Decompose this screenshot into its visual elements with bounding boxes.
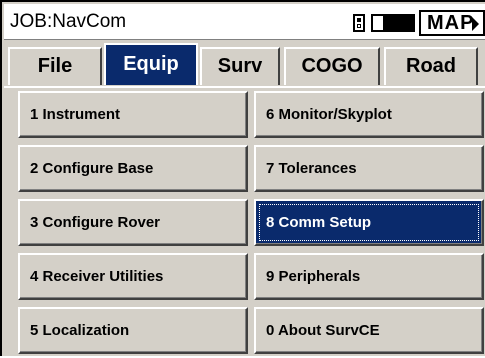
tab-surv[interactable]: Surv [200, 47, 280, 85]
equip-menu: 1 Instrument 2 Configure Base 3 Configur… [4, 88, 485, 358]
tab-file[interactable]: File [8, 47, 102, 85]
menu-item-about-survce[interactable]: 0 About SurvCE [254, 307, 484, 354]
map-button-label: MAP [427, 11, 475, 34]
menu-item-localization[interactable]: 5 Localization [18, 307, 248, 354]
tab-bar: File Equip Surv COGO Road [4, 42, 485, 86]
menu-item-comm-setup[interactable]: 8 Comm Setup [254, 199, 484, 246]
menu-item-configure-rover[interactable]: 3 Configure Rover [18, 199, 248, 246]
menu-item-instrument[interactable]: 1 Instrument [18, 91, 248, 138]
job-title: JOB:NavCom [10, 11, 127, 32]
menu-item-tolerances[interactable]: 7 Tolerances [254, 145, 484, 192]
menu-item-configure-base[interactable]: 2 Configure Base [18, 145, 248, 192]
tab-equip[interactable]: Equip [104, 43, 198, 85]
tab-road[interactable]: Road [384, 47, 478, 85]
title-bar: JOB:NavCom MAP [4, 4, 485, 40]
signal-strength-icon [371, 14, 415, 32]
menu-item-peripherals[interactable]: 9 Peripherals [254, 253, 484, 300]
arrow-right-icon [472, 17, 479, 31]
menu-item-monitor-skyplot[interactable]: 6 Monitor/Skyplot [254, 91, 484, 138]
app-window: JOB:NavCom MAP File Equip Surv COGO Road… [0, 0, 485, 356]
tab-cogo[interactable]: COGO [284, 47, 380, 85]
battery-icon [353, 14, 365, 32]
menu-item-receiver-utilities[interactable]: 4 Receiver Utilities [18, 253, 248, 300]
map-button[interactable]: MAP [419, 10, 485, 36]
